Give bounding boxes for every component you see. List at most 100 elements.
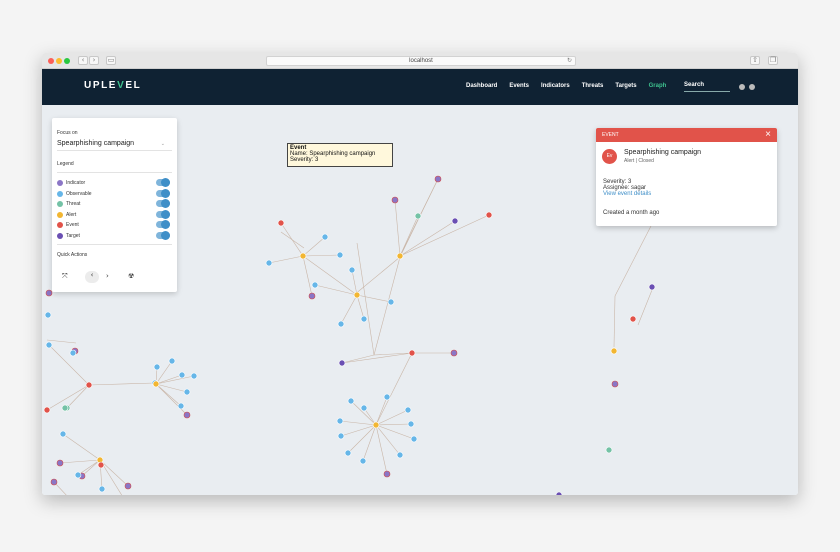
graph-node-indicator[interactable] bbox=[308, 292, 316, 300]
node-tooltip: Event Name: Spearphishing campaign Sever… bbox=[287, 143, 393, 167]
graph-node-observable[interactable] bbox=[336, 417, 344, 425]
graph-node-observable[interactable] bbox=[383, 393, 391, 401]
fullscreen-icon[interactable]: ⤧ bbox=[62, 272, 68, 281]
graph-node-observable[interactable] bbox=[153, 363, 161, 371]
graph-node-observable[interactable] bbox=[59, 430, 67, 438]
graph-node-observable[interactable] bbox=[407, 420, 415, 428]
view-event-details-link[interactable]: View event details bbox=[603, 191, 651, 197]
graph-node-observable[interactable] bbox=[387, 298, 395, 306]
divider bbox=[57, 244, 172, 245]
graph-node-observable[interactable] bbox=[337, 432, 345, 440]
graph-node-observable[interactable] bbox=[44, 311, 52, 319]
graph-node-observable[interactable] bbox=[177, 402, 185, 410]
graph-node-observable[interactable] bbox=[359, 457, 367, 465]
legend-toggle[interactable] bbox=[156, 220, 170, 229]
graph-canvas[interactable]: Focus on Spearphishing campaign ⌄ Legend… bbox=[42, 105, 798, 495]
graph-node-alert[interactable] bbox=[372, 421, 380, 429]
graph-node-observable[interactable] bbox=[360, 315, 368, 323]
graph-node-indicator[interactable] bbox=[383, 470, 391, 478]
graph-node-observable[interactable] bbox=[45, 341, 53, 349]
graph-node-observable[interactable] bbox=[410, 435, 418, 443]
graph-node-event[interactable] bbox=[97, 461, 105, 469]
user-icon[interactable] bbox=[749, 84, 755, 90]
graph-node-event[interactable] bbox=[85, 381, 93, 389]
previous-icon[interactable]: ‹ bbox=[85, 271, 99, 283]
minimize-window-button[interactable] bbox=[56, 58, 62, 64]
close-window-button[interactable] bbox=[48, 58, 54, 64]
graph-node-indicator[interactable] bbox=[124, 482, 132, 490]
graph-node-target[interactable] bbox=[648, 283, 656, 291]
graph-node-observable[interactable] bbox=[168, 357, 176, 365]
graph-node-observable[interactable] bbox=[321, 233, 329, 241]
uplevel-logo[interactable]: UPLEVEL bbox=[84, 80, 141, 91]
focus-select[interactable]: Spearphishing campaign bbox=[57, 140, 134, 147]
graph-node-indicator[interactable] bbox=[434, 175, 442, 183]
nav-events[interactable]: Events bbox=[509, 83, 529, 89]
graph-node-event[interactable] bbox=[408, 349, 416, 357]
graph-node-target[interactable] bbox=[451, 217, 459, 225]
graph-node-indicator[interactable] bbox=[56, 459, 64, 467]
graph-node-alert[interactable] bbox=[610, 347, 618, 355]
graph-node-threat[interactable] bbox=[414, 212, 422, 220]
nav-graph[interactable]: Graph bbox=[649, 83, 667, 89]
graph-node-observable[interactable] bbox=[344, 449, 352, 457]
legend-toggle[interactable] bbox=[156, 199, 170, 208]
address-bar[interactable]: localhost ↻ bbox=[266, 56, 576, 66]
graph-node-threat[interactable] bbox=[605, 446, 613, 454]
maximize-window-button[interactable] bbox=[64, 58, 70, 64]
graph-node-observable[interactable] bbox=[404, 406, 412, 414]
graph-node-indicator[interactable] bbox=[183, 411, 191, 419]
graph-node-event[interactable] bbox=[485, 211, 493, 219]
graph-node-indicator[interactable] bbox=[50, 478, 58, 486]
graph-node-observable[interactable] bbox=[69, 349, 77, 357]
settings-icon[interactable] bbox=[739, 84, 745, 90]
graph-node-observable[interactable] bbox=[360, 404, 368, 412]
share-icon[interactable]: ⇧ bbox=[750, 56, 760, 65]
graph-node-alert[interactable] bbox=[152, 380, 160, 388]
graph-node-threat[interactable] bbox=[61, 404, 69, 412]
legend-toggle[interactable] bbox=[156, 188, 170, 198]
graph-node-indicator[interactable] bbox=[391, 196, 399, 204]
graph-node-event[interactable] bbox=[629, 315, 637, 323]
graph-node-observable[interactable] bbox=[178, 371, 186, 379]
graph-node-target[interactable] bbox=[338, 359, 346, 367]
graph-node-observable[interactable] bbox=[74, 471, 82, 479]
graph-node-alert[interactable] bbox=[299, 252, 307, 260]
nav-threats[interactable]: Threats bbox=[582, 83, 604, 89]
graph-node-indicator[interactable] bbox=[611, 380, 619, 388]
graph-node-observable[interactable] bbox=[336, 251, 344, 259]
back-icon[interactable]: ‹ bbox=[78, 56, 88, 65]
forward-icon[interactable]: › bbox=[89, 56, 99, 65]
legend-toggle[interactable] bbox=[156, 178, 170, 187]
chevron-down-icon[interactable]: ⌄ bbox=[161, 141, 165, 147]
close-icon[interactable]: × bbox=[765, 129, 771, 140]
graph-node-event[interactable] bbox=[277, 219, 285, 227]
tabs-icon[interactable]: ❐ bbox=[768, 56, 778, 65]
next-icon[interactable]: › bbox=[106, 272, 109, 280]
graph-node-observable[interactable] bbox=[190, 372, 198, 380]
graph-node-observable[interactable] bbox=[347, 397, 355, 405]
graph-node-observable[interactable] bbox=[311, 281, 319, 289]
radiation-icon[interactable]: ☢ bbox=[128, 272, 134, 280]
reload-icon[interactable]: ↻ bbox=[567, 57, 572, 66]
search-input[interactable]: Search bbox=[684, 81, 730, 92]
graph-node-indicator[interactable] bbox=[450, 349, 458, 357]
legend-dot-icon bbox=[57, 232, 63, 239]
graph-node-observable[interactable] bbox=[98, 485, 106, 493]
graph-node-alert[interactable] bbox=[396, 252, 404, 260]
graph-node-observable[interactable] bbox=[337, 320, 345, 328]
graph-node-observable[interactable] bbox=[265, 259, 273, 267]
graph-node-event[interactable] bbox=[43, 406, 51, 414]
legend-toggle[interactable] bbox=[156, 209, 170, 219]
nav-dashboard[interactable]: Dashboard bbox=[466, 83, 497, 89]
graph-node-target[interactable] bbox=[555, 491, 563, 495]
graph-node-observable[interactable] bbox=[183, 388, 191, 396]
graph-node-alert[interactable] bbox=[353, 291, 361, 299]
sidebar-icon[interactable]: ▭ bbox=[106, 56, 116, 65]
nav-indicators[interactable]: Indicators bbox=[541, 83, 570, 89]
graph-node-observable[interactable] bbox=[348, 266, 356, 274]
graph-node-observable[interactable] bbox=[396, 451, 404, 459]
nav-targets[interactable]: Targets bbox=[615, 83, 636, 89]
legend-toggle[interactable] bbox=[156, 230, 170, 240]
graph-node-indicator[interactable] bbox=[45, 289, 53, 297]
